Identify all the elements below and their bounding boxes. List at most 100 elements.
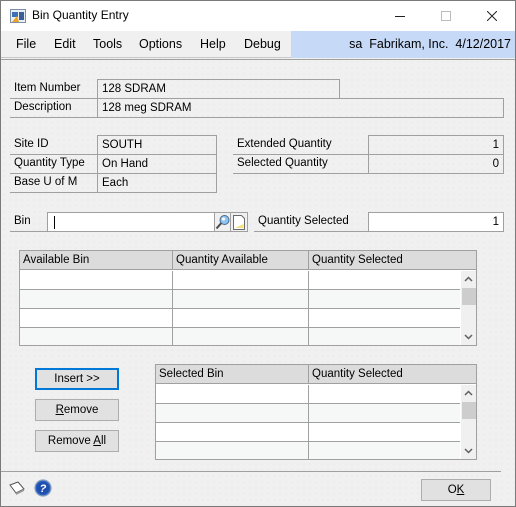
scroll-up-button[interactable] xyxy=(461,385,476,401)
column-header-available-bin[interactable]: Available Bin xyxy=(20,251,173,270)
quantity-type-field: On Hand xyxy=(97,154,217,174)
description-field: 128 meg SDRAM xyxy=(97,98,504,118)
bin-note-button[interactable] xyxy=(231,212,248,232)
cell-selected-bin xyxy=(156,442,309,459)
cell-quantity-available xyxy=(173,309,309,328)
cell-quantity-selected xyxy=(309,385,460,404)
column-header-quantity-selected[interactable]: Quantity Selected xyxy=(309,251,476,270)
selected-quantity-label: Selected Quantity xyxy=(233,154,369,174)
close-icon xyxy=(487,11,497,21)
menu-file[interactable]: File xyxy=(16,37,36,51)
table-row[interactable] xyxy=(20,328,460,345)
extended-quantity-label: Extended Quantity xyxy=(233,135,369,155)
ok-label-start: O xyxy=(447,484,457,496)
cell-quantity-available xyxy=(173,290,309,309)
menu-debug[interactable]: Debug xyxy=(244,37,281,51)
note-icon xyxy=(233,215,245,230)
cell-available-bin xyxy=(20,328,173,345)
insert-button[interactable]: Insert >> xyxy=(35,368,119,390)
table-row[interactable] xyxy=(156,442,460,459)
chevron-down-icon xyxy=(464,448,473,454)
table-row[interactable] xyxy=(20,309,460,328)
window-note-icon xyxy=(9,481,25,495)
description-label: Description xyxy=(10,98,98,118)
chevron-down-icon xyxy=(464,334,473,340)
scroll-down-button[interactable] xyxy=(461,329,476,345)
cell-quantity-available xyxy=(173,328,309,345)
selected-bins-grid: Selected Bin Quantity Selected xyxy=(155,364,477,460)
cell-quantity-selected xyxy=(309,423,460,442)
cell-quantity-selected xyxy=(309,328,460,345)
chevron-up-icon xyxy=(464,276,473,282)
available-bins-grid-header: Available Bin Quantity Available Quantit… xyxy=(20,251,476,270)
footer-separator xyxy=(1,471,501,472)
remove-accelerator: R xyxy=(55,404,64,416)
table-row[interactable] xyxy=(20,271,460,290)
chevron-up-icon xyxy=(464,390,473,396)
table-row[interactable] xyxy=(156,423,460,442)
close-button[interactable] xyxy=(469,1,515,31)
quantity-type-label: Quantity Type xyxy=(10,154,98,174)
cell-quantity-selected xyxy=(309,290,460,309)
text-caret xyxy=(54,216,55,229)
cell-selected-bin xyxy=(156,404,309,423)
cell-quantity-available xyxy=(173,271,309,290)
bin-lookup-button[interactable] xyxy=(215,212,231,232)
table-row[interactable] xyxy=(20,290,460,309)
scroll-thumb[interactable] xyxy=(462,288,476,305)
minimize-button[interactable] xyxy=(377,1,423,31)
table-row[interactable] xyxy=(156,404,460,423)
item-number-field: 128 SDRAM xyxy=(97,79,340,99)
site-id-label: Site ID xyxy=(10,135,98,155)
content-separator xyxy=(1,59,515,60)
table-row[interactable] xyxy=(156,385,460,404)
remove-all-label-rest: ll xyxy=(100,435,107,447)
window-note-button[interactable] xyxy=(8,480,26,496)
svg-text:?: ? xyxy=(40,483,47,495)
magnifier-lookup-icon xyxy=(215,215,230,230)
cell-quantity-selected xyxy=(309,404,460,423)
bin-quantity-entry-window: Bin Quantity Entry File Edit Tools Optio… xyxy=(0,0,516,507)
bin-input[interactable] xyxy=(47,212,215,232)
column-header-selected-bin[interactable]: Selected Bin xyxy=(156,365,309,384)
quantity-selected-label: Quantity Selected xyxy=(254,212,369,232)
menu-edit[interactable]: Edit xyxy=(54,37,76,51)
selected-bins-scrollbar[interactable] xyxy=(461,385,476,459)
menu-options[interactable]: Options xyxy=(139,37,182,51)
menu-tools[interactable]: Tools xyxy=(93,37,122,51)
maximize-icon xyxy=(441,11,451,21)
scroll-up-button[interactable] xyxy=(461,271,476,287)
available-bins-grid: Available Bin Quantity Available Quantit… xyxy=(19,250,477,346)
menu-help[interactable]: Help xyxy=(200,37,226,51)
maximize-button[interactable] xyxy=(423,1,469,31)
remove-all-label-start: Remove xyxy=(47,435,94,447)
cell-quantity-selected xyxy=(309,442,460,459)
site-id-field: SOUTH xyxy=(97,135,217,155)
remove-label-rest: emove xyxy=(63,404,99,416)
remove-button[interactable]: Remove xyxy=(35,399,119,421)
user-company-date-status: sa Fabrikam, Inc. 4/12/2017 xyxy=(291,31,515,58)
cell-selected-bin xyxy=(156,423,309,442)
item-number-label: Item Number xyxy=(10,79,98,99)
cell-quantity-selected xyxy=(309,271,460,290)
bin-label: Bin xyxy=(10,212,48,232)
ok-button[interactable]: OK xyxy=(421,479,491,501)
title-bar: Bin Quantity Entry xyxy=(1,1,515,31)
selected-bins-grid-header: Selected Bin Quantity Selected xyxy=(156,365,476,384)
extended-quantity-field: 1 xyxy=(368,135,504,155)
cell-available-bin xyxy=(20,309,173,328)
column-header-quantity-available[interactable]: Quantity Available xyxy=(173,251,309,270)
menu-bar: File Edit Tools Options Help Debug sa Fa… xyxy=(1,31,515,58)
minimize-icon xyxy=(395,16,405,17)
cell-available-bin xyxy=(20,271,173,290)
help-button[interactable]: ? xyxy=(34,479,52,497)
app-window-icon xyxy=(10,9,26,23)
column-header-quantity-selected[interactable]: Quantity Selected xyxy=(309,365,476,384)
remove-all-button[interactable]: Remove All xyxy=(35,430,119,452)
base-uofm-field: Each xyxy=(97,173,217,193)
ok-accelerator: K xyxy=(456,484,465,496)
available-bins-scrollbar[interactable] xyxy=(461,271,476,345)
scroll-down-button[interactable] xyxy=(461,443,476,459)
quantity-selected-input[interactable]: 1 xyxy=(368,212,504,232)
scroll-thumb[interactable] xyxy=(462,402,476,419)
